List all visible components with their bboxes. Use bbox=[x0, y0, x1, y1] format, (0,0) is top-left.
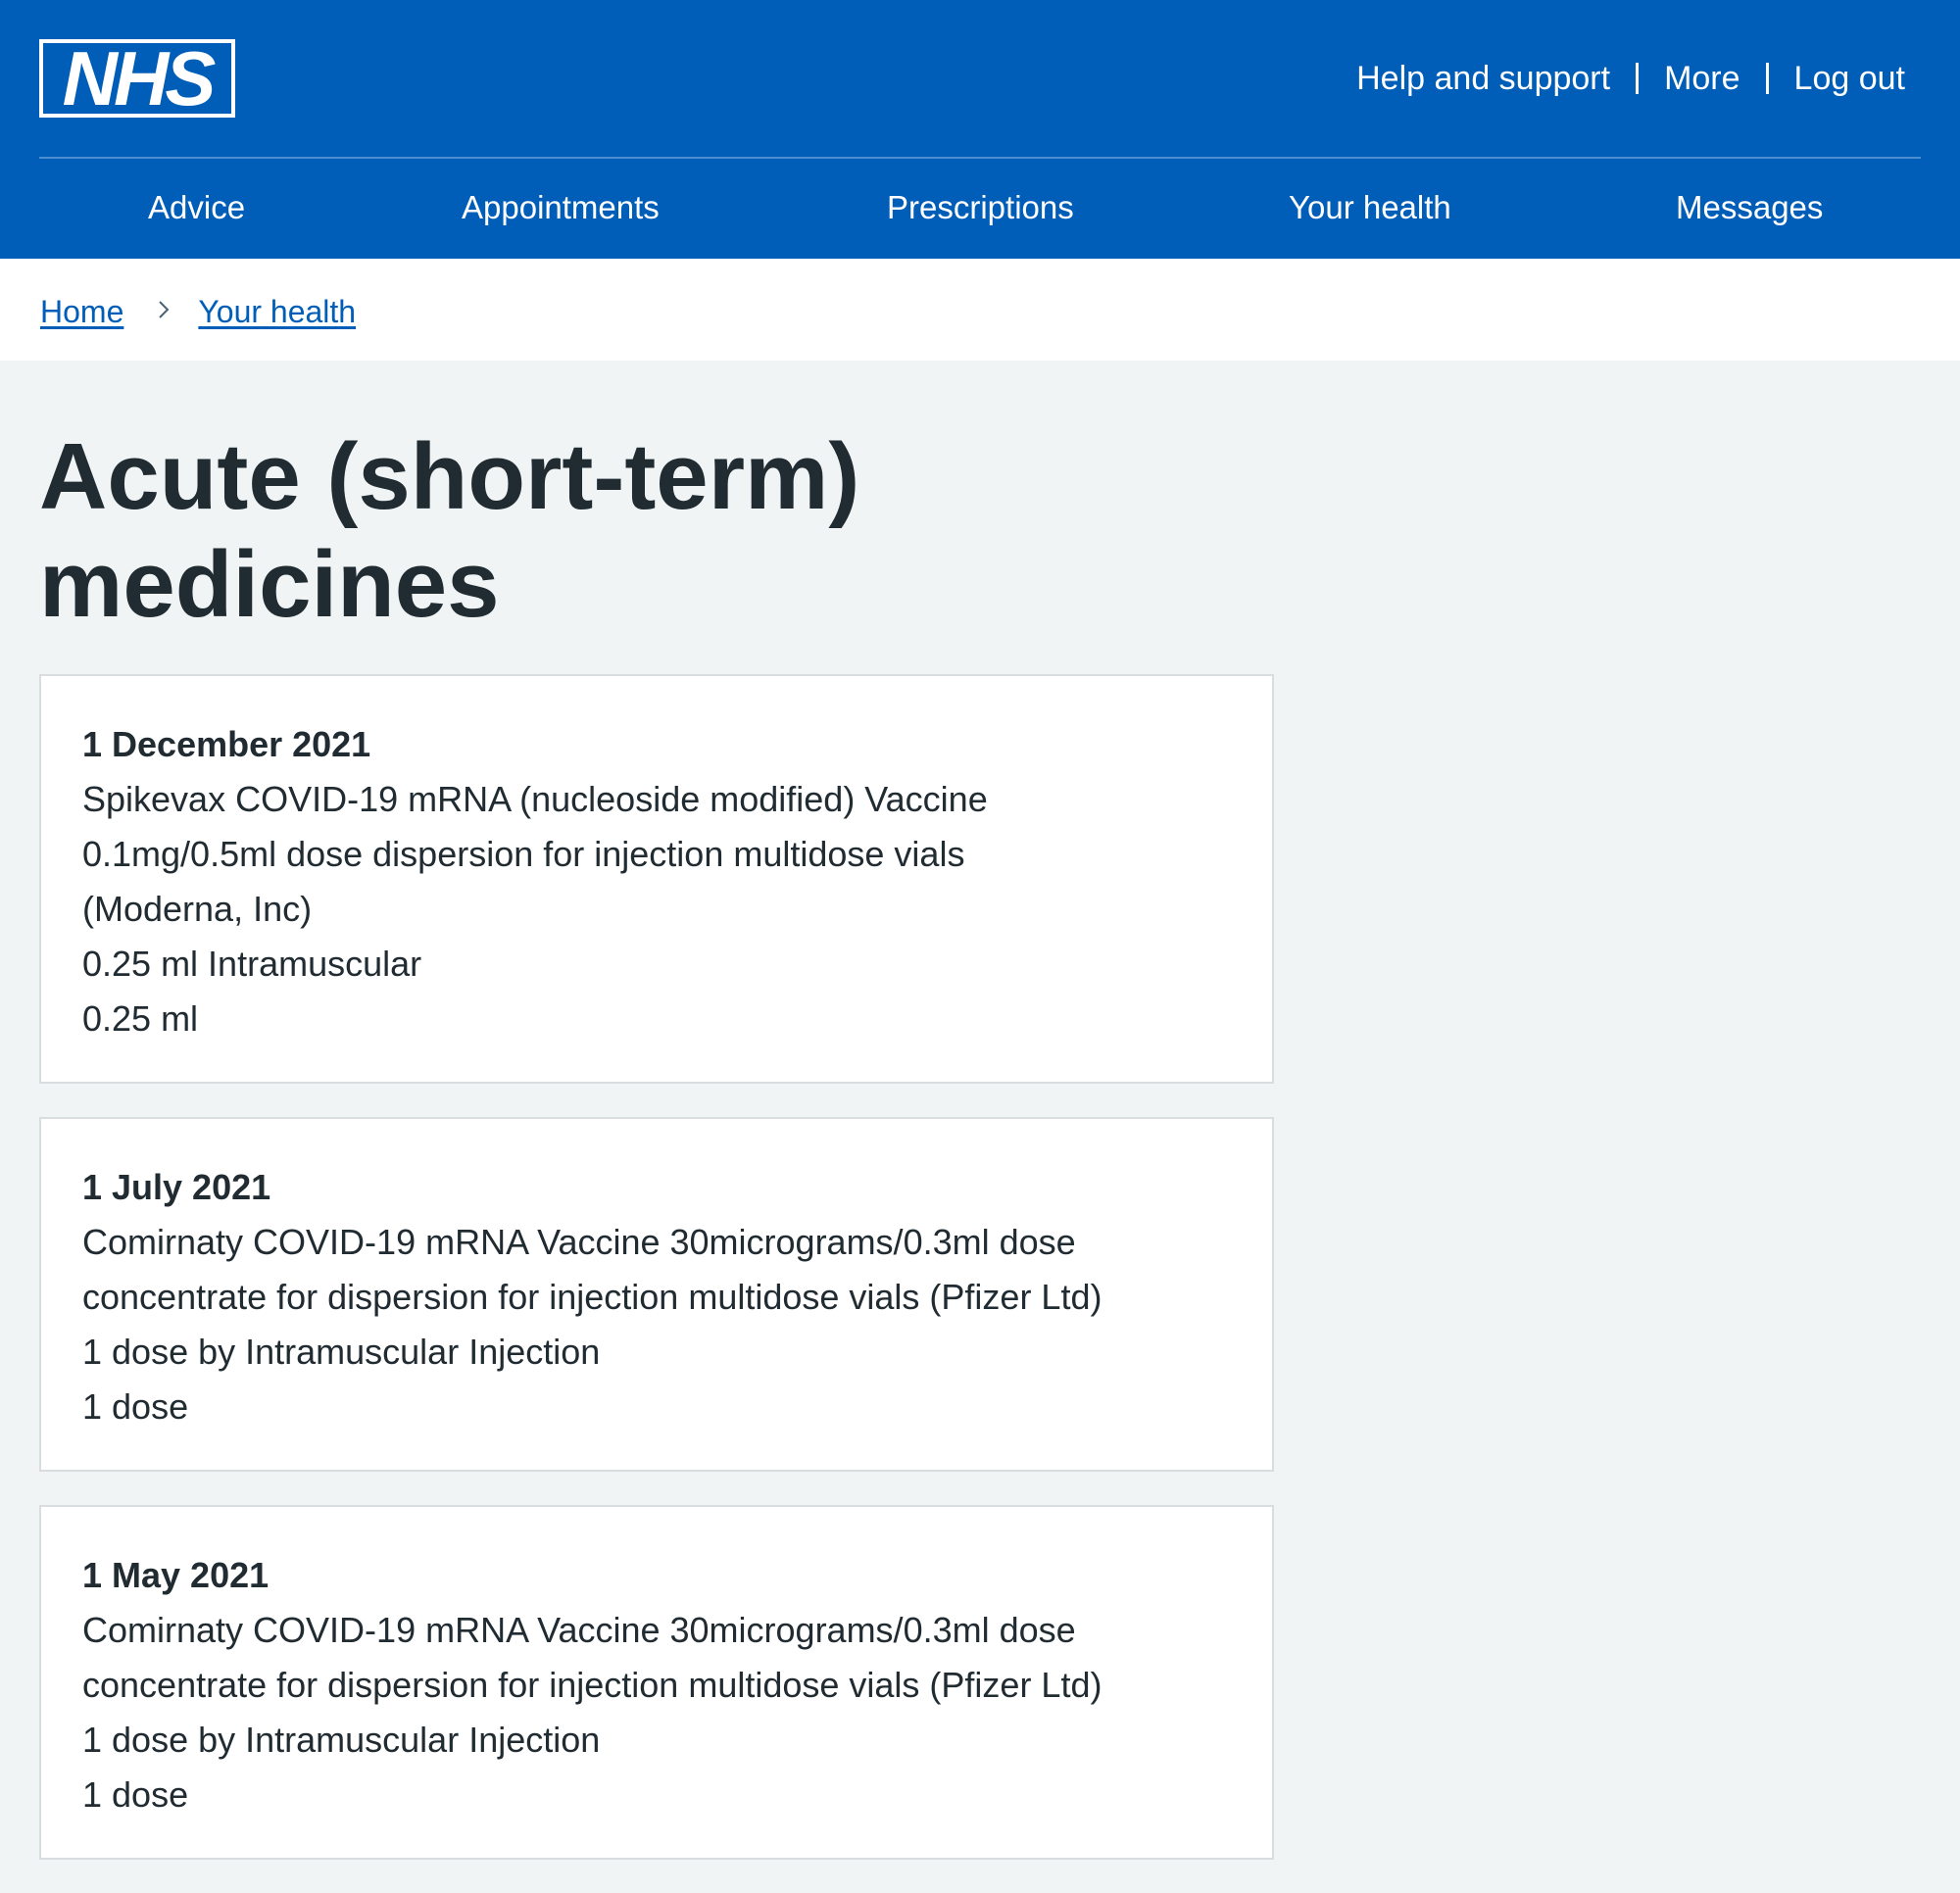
medicine-card: 1 December 2021 Spikevax COVID-19 mRNA (… bbox=[39, 674, 1274, 1084]
medicine-dosage: 1 dose by Intramuscular Injection bbox=[82, 1332, 601, 1372]
medicines-list: 1 December 2021 Spikevax COVID-19 mRNA (… bbox=[39, 674, 1274, 1893]
primary-nav: Advice Appointments Prescriptions Your h… bbox=[0, 186, 1960, 229]
breadcrumb: Home Your health bbox=[40, 290, 356, 333]
medicine-date: 1 May 2021 bbox=[82, 1555, 270, 1595]
nav-item-prescriptions[interactable]: Prescriptions bbox=[887, 186, 1074, 229]
page-title: Acute (short-term) medicines bbox=[39, 424, 860, 637]
breadcrumb-home-link[interactable]: Home bbox=[40, 290, 123, 333]
chevron-right-icon bbox=[159, 301, 170, 318]
header-divider bbox=[39, 157, 1921, 159]
utility-separator bbox=[1636, 63, 1640, 94]
medicine-quantity: 1 dose bbox=[82, 1774, 189, 1815]
nhs-logo[interactable]: NHS bbox=[39, 39, 235, 118]
medicine-card: 1 July 2021 Comirnaty COVID-19 mRNA Vacc… bbox=[39, 1117, 1274, 1472]
utility-separator bbox=[1765, 63, 1769, 94]
log-out-link[interactable]: Log out bbox=[1794, 57, 1905, 100]
medicine-date: 1 July 2021 bbox=[82, 1167, 271, 1207]
medicine-card: 1 May 2021 Comirnaty COVID-19 mRNA Vacci… bbox=[39, 1505, 1274, 1860]
medicine-quantity: 1 dose bbox=[82, 1386, 189, 1427]
medicine-dosage: 0.25 ml Intramuscular bbox=[82, 944, 422, 984]
site-header: NHS Help and support More Log out Advice… bbox=[0, 0, 1960, 259]
more-link[interactable]: More bbox=[1664, 57, 1740, 100]
nav-item-your-health[interactable]: Your health bbox=[1289, 186, 1451, 229]
medicine-dosage: 1 dose by Intramuscular Injection bbox=[82, 1720, 601, 1760]
breadcrumb-your-health-link[interactable]: Your health bbox=[198, 290, 356, 333]
nav-item-appointments[interactable]: Appointments bbox=[462, 186, 660, 229]
medicine-name: Comirnaty COVID-19 mRNA Vaccine 30microg… bbox=[82, 1222, 1102, 1317]
medicine-name: Spikevax COVID-19 mRNA (nucleoside modif… bbox=[82, 779, 988, 929]
medicine-name: Comirnaty COVID-19 mRNA Vaccine 30microg… bbox=[82, 1610, 1102, 1705]
utility-nav: Help and support More Log out bbox=[1356, 57, 1905, 100]
nhs-logo-text: NHS bbox=[43, 43, 231, 114]
nav-item-advice[interactable]: Advice bbox=[148, 186, 245, 229]
help-and-support-link[interactable]: Help and support bbox=[1356, 57, 1610, 100]
nav-item-messages[interactable]: Messages bbox=[1676, 186, 1823, 229]
medicine-date: 1 December 2021 bbox=[82, 724, 371, 764]
medicine-quantity: 0.25 ml bbox=[82, 998, 199, 1039]
